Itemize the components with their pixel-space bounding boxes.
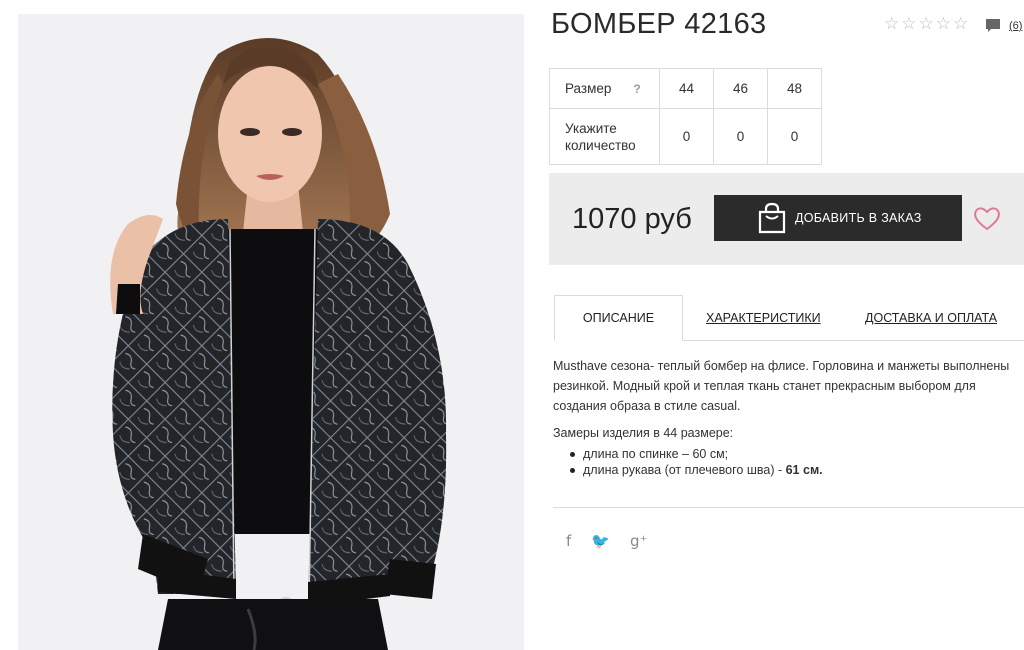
measurement-sleeve-prefix: длина рукава (от плечевого шва) - — [583, 463, 786, 477]
add-to-order-label: ДОБАВИТЬ В ЗАКАЗ — [795, 211, 922, 225]
measurement-item: длина по спинке – 60 см; — [570, 446, 823, 462]
size-help-icon[interactable]: ? — [633, 82, 640, 96]
product-tabs: ОПИСАНИЕ ХАРАКТЕРИСТИКИ ДОСТАВКА И ОПЛАТ… — [554, 295, 1024, 341]
google-plus-icon[interactable]: g⁺ — [630, 532, 647, 550]
rating-stars[interactable]: ☆ ☆ ☆ ☆ ☆ — [884, 15, 968, 33]
product-photo[interactable] — [18, 14, 524, 650]
star-icon[interactable]: ☆ — [953, 15, 968, 33]
social-share: f 🐦 g⁺ — [566, 532, 647, 550]
heart-icon[interactable] — [973, 205, 1001, 231]
price-panel: 1070 руб ДОБАВИТЬ В ЗАКАЗ — [549, 173, 1024, 265]
star-icon[interactable]: ☆ — [884, 15, 899, 33]
comment-icon[interactable] — [985, 18, 1001, 34]
quantity-label-cell: Укажите количество — [549, 108, 660, 165]
twitter-icon[interactable]: 🐦 — [591, 532, 610, 550]
add-to-order-button[interactable]: ДОБАВИТЬ В ЗАКАЗ — [714, 195, 962, 241]
tab-description[interactable]: ОПИСАНИЕ — [554, 295, 683, 341]
measurement-back-length: длина по спинке – 60 см; — [583, 447, 729, 461]
size-table: Размер? 44 46 48 Укажите количество 0 0 … — [549, 68, 822, 165]
star-icon[interactable]: ☆ — [901, 15, 916, 33]
measurements-title: Замеры изделия в 44 размере: — [553, 426, 734, 440]
quantity-label-line2: количество — [565, 137, 636, 153]
quantity-input[interactable]: 0 — [713, 108, 768, 165]
section-divider — [553, 507, 1024, 508]
size-option: 48 — [767, 68, 822, 109]
price: 1070 руб — [572, 203, 692, 235]
shopping-bag-icon — [758, 202, 786, 234]
size-option: 46 — [713, 68, 768, 109]
size-option: 44 — [659, 68, 714, 109]
quantity-input[interactable]: 0 — [767, 108, 822, 165]
star-icon[interactable]: ☆ — [919, 15, 934, 33]
size-label-cell: Размер? — [549, 68, 660, 109]
product-title: БОМБЕР 42163 — [551, 8, 767, 40]
tab-delivery-payment[interactable]: ДОСТАВКА И ОПЛАТА — [865, 295, 997, 341]
model-illustration — [110, 38, 447, 650]
measurement-item: длина рукава (от плечевого шва) - 61 см. — [570, 462, 823, 478]
star-icon[interactable]: ☆ — [936, 15, 951, 33]
quantity-input[interactable]: 0 — [659, 108, 714, 165]
measurements-list: длина по спинке – 60 см; длина рукава (о… — [570, 446, 823, 478]
comment-count-link[interactable]: (6) — [1009, 20, 1022, 32]
size-label: Размер — [565, 81, 612, 96]
product-description: Musthave сезона- теплый бомбер на флисе.… — [553, 359, 1010, 413]
facebook-icon[interactable]: f — [566, 532, 571, 550]
quantity-label-line1: Укажите — [565, 120, 617, 136]
measurement-sleeve-value: 61 см. — [785, 463, 823, 477]
tab-characteristics[interactable]: ХАРАКТЕРИСТИКИ — [706, 295, 821, 341]
